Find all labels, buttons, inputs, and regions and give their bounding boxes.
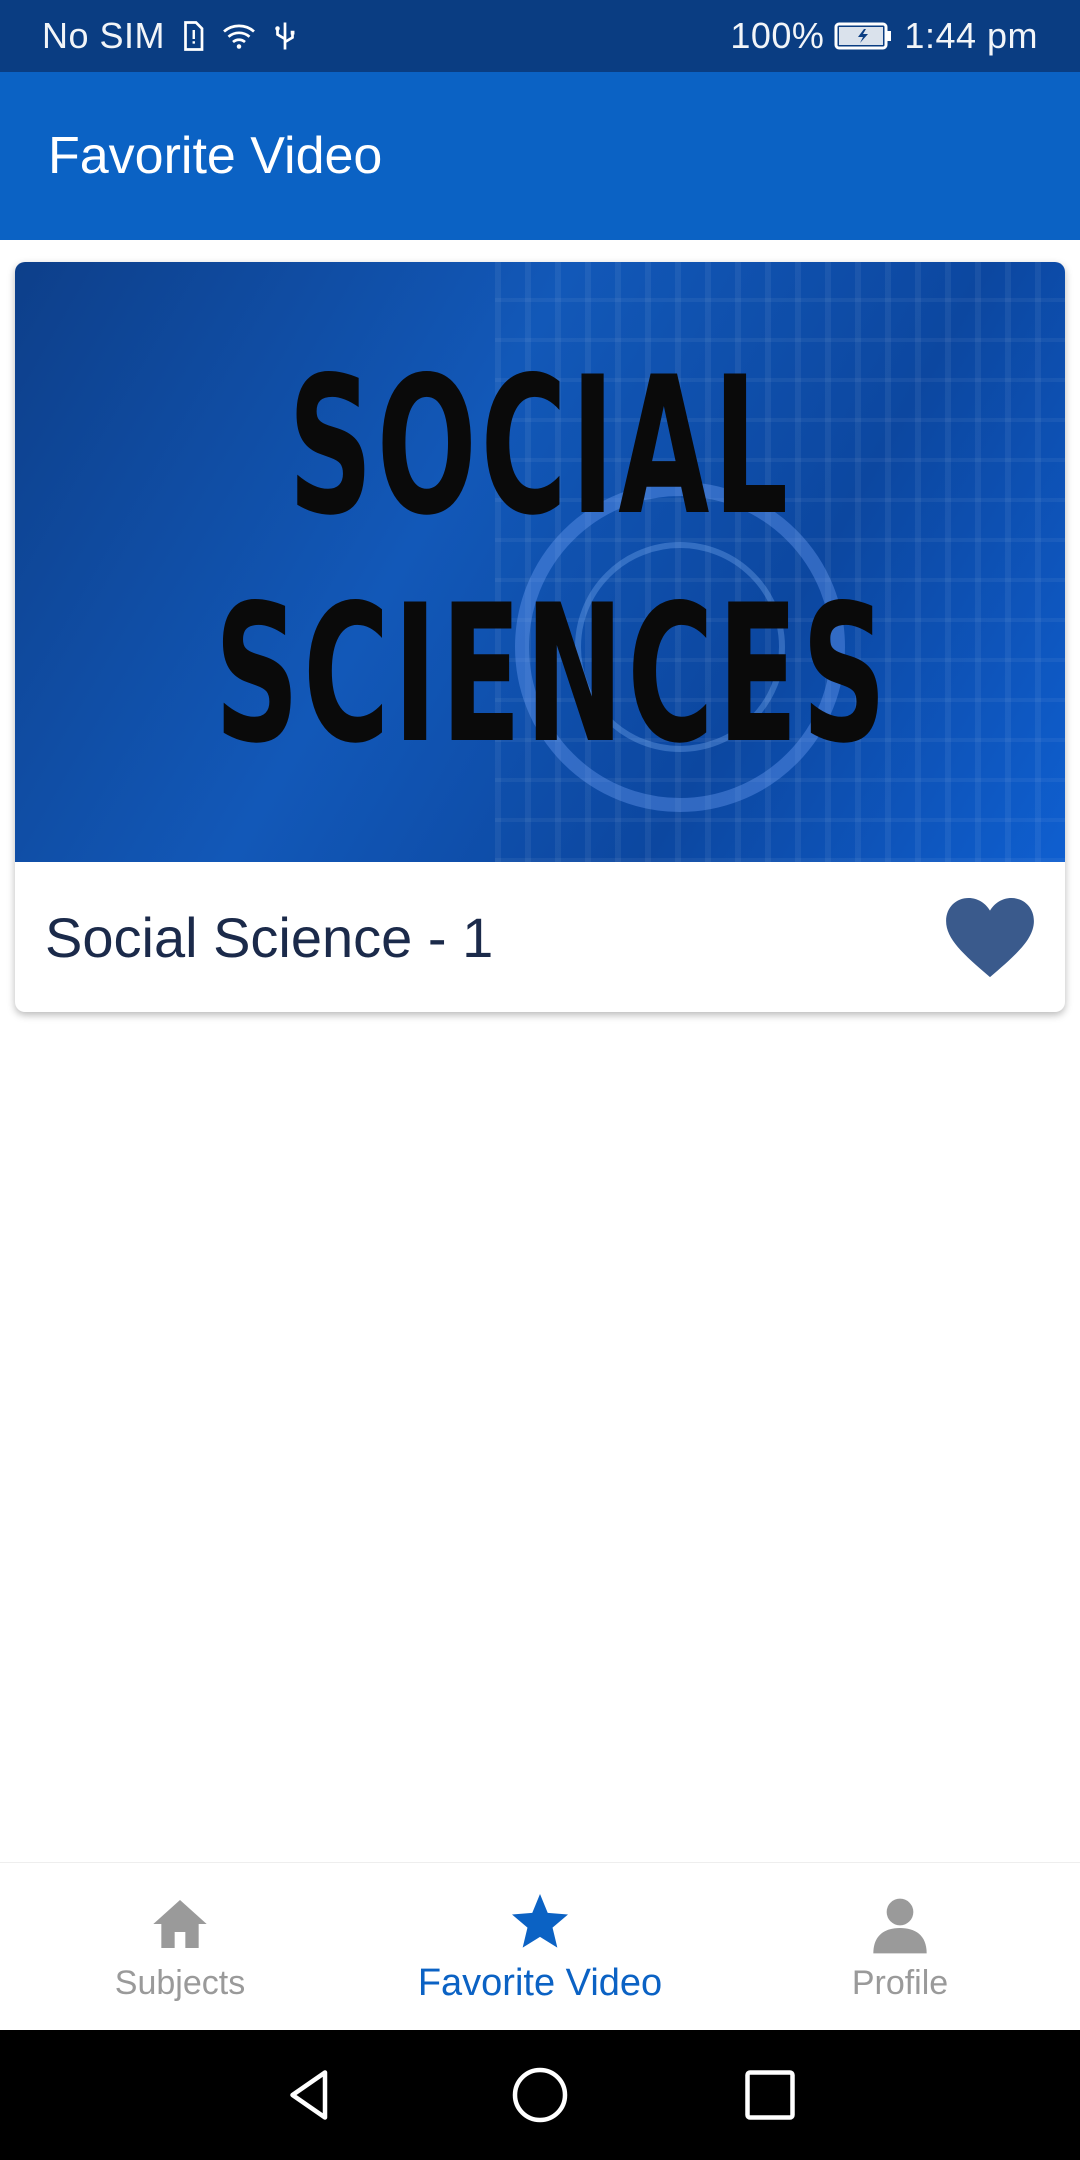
status-right: 100% 1:44 pm	[688, 15, 1080, 57]
heart-icon	[946, 898, 1034, 978]
video-thumbnail[interactable]: SOCIAL SCIENCES	[15, 262, 1065, 862]
system-navigation-bar	[0, 2030, 1080, 2160]
usb-icon	[275, 22, 295, 50]
status-bar: No SIM 100% 1:44 pm	[0, 0, 1080, 72]
nav-item-profile[interactable]: Profile	[720, 1863, 1080, 2031]
person-icon	[873, 1898, 927, 1953]
clock-text: 1:44 pm	[904, 15, 1038, 56]
nav-label-favorite-video: Favorite Video	[417, 1961, 663, 2004]
thumbnail-title: SOCIAL SCIENCES	[15, 352, 1065, 770]
recents-icon[interactable]	[740, 2065, 800, 2125]
carrier-text: No SIM	[42, 15, 166, 56]
nav-label-profile: Profile	[851, 1963, 949, 2002]
thumbnail-title-line2: SCIENCES	[214, 564, 891, 785]
star-icon	[512, 1893, 568, 1948]
bottom-navigation: Subjects Favorite Video Profile	[0, 1862, 1080, 2031]
video-card[interactable]: SOCIAL SCIENCES Social Science - 1	[15, 262, 1065, 1012]
nav-label-subjects: Subjects	[114, 1963, 246, 2002]
back-icon[interactable]	[280, 2065, 340, 2125]
nav-item-favorite-video[interactable]: Favorite Video	[360, 1863, 720, 2031]
status-left: No SIM	[0, 15, 345, 57]
wifi-icon	[223, 24, 255, 49]
nav-item-subjects[interactable]: Subjects	[0, 1863, 360, 2031]
video-card-footer: Social Science - 1	[15, 862, 1065, 1012]
sim-alert-icon	[184, 21, 204, 51]
home-circle-icon[interactable]	[510, 2065, 570, 2125]
home-icon	[153, 1899, 207, 1948]
page-title: Favorite Video	[48, 127, 383, 185]
battery-percent: 100%	[730, 15, 825, 56]
favorite-toggle-button[interactable]	[940, 887, 1040, 987]
battery-charging-icon	[834, 22, 892, 50]
video-title: Social Science - 1	[45, 905, 494, 969]
app-bar: Favorite Video	[0, 72, 1080, 240]
thumbnail-title-line1: SOCIAL	[288, 336, 792, 557]
favorite-video-list: SOCIAL SCIENCES Social Science - 1	[0, 240, 1080, 1862]
